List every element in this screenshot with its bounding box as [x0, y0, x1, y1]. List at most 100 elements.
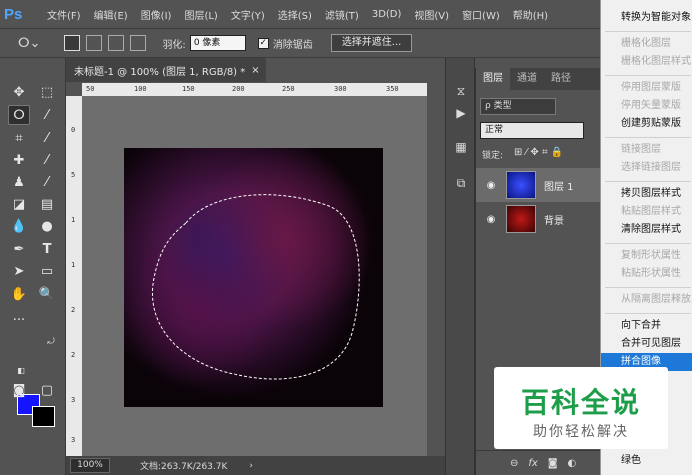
background-color-swatch[interactable]: [32, 406, 55, 427]
rectangle-tool-icon[interactable]: ▭: [36, 261, 58, 281]
menu-item-copy-shape-attributes: 复制形状属性: [621, 250, 681, 261]
tab-paths[interactable]: 路径: [544, 68, 578, 90]
zoom-field[interactable]: 100%: [70, 458, 110, 473]
history-brush-tool-icon[interactable]: ⁄: [36, 172, 58, 192]
menu-image[interactable]: 图像(I): [141, 7, 172, 22]
blend-mode-select[interactable]: 正常: [480, 122, 584, 139]
zoom-tool-icon[interactable]: 🔍: [36, 284, 58, 304]
lasso-tool-icon[interactable]: ⵔ: [8, 105, 30, 125]
menu-item-copy-layer-style[interactable]: 拷贝图层样式: [601, 185, 692, 203]
menu-type[interactable]: 文字(Y): [231, 7, 265, 22]
photoshop-logo: Ps: [4, 5, 23, 23]
marquee-tool-icon[interactable]: ⬚: [36, 82, 58, 102]
feather-input[interactable]: 0 像素: [189, 35, 246, 51]
quick-mask-icon[interactable]: ◙: [8, 380, 30, 400]
lock-label: 锁定:: [482, 151, 504, 161]
blur-tool-icon[interactable]: 💧: [8, 216, 30, 236]
menu-bar: Ps 文件(F) 编辑(E) 图像(I) 图层(L) 文字(Y) 选择(S) 滤…: [0, 0, 692, 28]
tab-channels[interactable]: 通道: [510, 68, 544, 90]
menu-window[interactable]: 窗口(W): [462, 7, 500, 22]
ruler-h-tick: 50: [86, 85, 95, 93]
tab-layers[interactable]: 图层: [476, 68, 510, 90]
menu-separator: [605, 243, 691, 244]
default-colors-icon[interactable]: ◧: [10, 360, 32, 380]
eye-icon[interactable]: ◉: [484, 180, 498, 191]
ruler-h-tick: 350: [386, 85, 399, 93]
dodge-tool-icon[interactable]: ●: [36, 216, 58, 236]
select-and-mask-button[interactable]: 选择并遮住...: [330, 34, 413, 52]
close-icon[interactable]: ×: [251, 65, 259, 76]
ruler-v-tick: 2: [71, 306, 76, 314]
brush-tool-icon[interactable]: ⁄: [36, 150, 58, 170]
menu-item-link-layers: 链接图层: [621, 144, 661, 155]
watermark-subtitle: 助你轻松解决: [533, 424, 629, 440]
menu-item-merge-visible[interactable]: 合并可见图层: [601, 335, 692, 353]
quick-select-tool-icon[interactable]: ⁄: [36, 105, 58, 125]
menu-item-green[interactable]: 绿色: [601, 452, 692, 470]
status-menu-icon[interactable]: ›: [249, 461, 253, 471]
document-size: 文档:263.7K/263.7K: [140, 462, 228, 472]
pen-tool-icon[interactable]: ✒: [8, 239, 30, 259]
menu-help[interactable]: 帮助(H): [513, 7, 548, 22]
eraser-tool-icon[interactable]: ◪: [8, 194, 30, 214]
layer-row-background[interactable]: ◉ 背景: [476, 202, 606, 236]
menu-item-rasterize-layer: 栅格化图层: [621, 38, 671, 49]
menu-filter[interactable]: 滤镜(T): [325, 7, 359, 22]
canvas-artwork: [124, 148, 383, 407]
layer-name: 背景: [544, 215, 564, 227]
gradient-tool-icon[interactable]: ▤: [36, 194, 58, 214]
menu-view[interactable]: 视图(V): [414, 7, 449, 22]
more-tools-icon[interactable]: ···: [8, 310, 30, 330]
menu-item-merge-down[interactable]: 向下合并: [601, 317, 692, 335]
actions-play-icon[interactable]: ▶: [452, 104, 470, 122]
eyedropper-tool-icon[interactable]: ⁄: [36, 128, 58, 148]
menu-item-convert-smart-object[interactable]: 转换为智能对象: [601, 9, 692, 27]
antialias-label: 消除锯齿: [272, 39, 313, 51]
libraries-icon[interactable]: ⧉: [452, 174, 470, 192]
screen-mode-icon[interactable]: ▢: [36, 380, 58, 400]
antialias-checkbox[interactable]: ✓: [257, 37, 269, 49]
healing-brush-tool-icon[interactable]: ✚: [8, 150, 30, 170]
intersect-selection-icon[interactable]: [130, 35, 147, 51]
menu-layer[interactable]: 图层(L): [184, 7, 217, 22]
move-tool-icon[interactable]: ✥: [8, 82, 30, 102]
menu-edit[interactable]: 编辑(E): [94, 7, 128, 22]
lasso-preset-icon[interactable]: ⵔ⌄: [18, 36, 40, 51]
type-tool-icon[interactable]: T: [36, 239, 58, 259]
menu-file[interactable]: 文件(F): [47, 7, 81, 22]
menu-item-create-clipping-mask[interactable]: 创建剪贴蒙版: [601, 115, 692, 133]
ruler-v-tick: 1: [71, 261, 76, 269]
menu-item-disable-layer-mask: 停用图层蒙版: [621, 82, 681, 93]
layers-panel-tabs: 图层 通道 路径: [476, 68, 606, 90]
link-icon[interactable]: ⊖: [510, 458, 518, 469]
fx-icon[interactable]: fx: [528, 458, 537, 469]
adjustment-icon[interactable]: ◐: [568, 458, 577, 469]
ruler-v-tick: 2: [71, 351, 76, 359]
history-icon[interactable]: ⧖: [452, 82, 470, 100]
crop-tool-icon[interactable]: ⌗: [8, 128, 30, 148]
layer-row-layer1[interactable]: ◉ 图层 1: [476, 168, 606, 202]
watermark-title: 百科全说: [520, 386, 641, 419]
lock-icons[interactable]: ⊞ ⁄ ✥ ⌗ 🔒: [514, 147, 563, 158]
document-canvas[interactable]: [124, 148, 383, 407]
document-tab[interactable]: 未标题-1 @ 100% (图层 1, RGB/8) * ×: [66, 58, 266, 82]
add-selection-icon[interactable]: [86, 35, 103, 51]
mask-icon[interactable]: ◙: [548, 458, 558, 469]
menu-item-clear-layer-style[interactable]: 清除图层样式: [601, 221, 692, 239]
layer-thumbnail: [506, 205, 536, 233]
new-selection-icon[interactable]: [64, 35, 81, 51]
layer-filter-select[interactable]: ρ 类型: [480, 98, 556, 115]
properties-icon[interactable]: ▦: [452, 138, 470, 156]
swap-colors-icon[interactable]: ⤾: [40, 332, 62, 352]
menu-separator: [605, 31, 691, 32]
menu-select[interactable]: 选择(S): [278, 7, 312, 22]
menu-3d[interactable]: 3D(D): [372, 9, 402, 20]
hand-tool-icon[interactable]: ✋: [8, 284, 30, 304]
subtract-selection-icon[interactable]: [108, 35, 125, 51]
stamp-tool-icon[interactable]: ♟: [8, 172, 30, 192]
eye-icon[interactable]: ◉: [484, 214, 498, 225]
menu-separator: [605, 313, 691, 314]
menu-item-disable-vector-mask: 停用矢量蒙版: [621, 100, 681, 111]
path-select-tool-icon[interactable]: ➤: [8, 261, 30, 281]
horizontal-ruler: 50 100 150 200 250 300 350: [82, 83, 427, 96]
